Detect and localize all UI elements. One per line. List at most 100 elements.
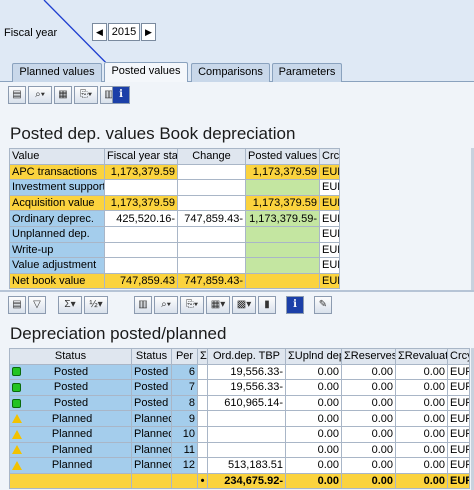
tab-parameters[interactable]: Parameters <box>272 63 342 82</box>
reserves-cell[interactable]: 0.00 <box>341 394 396 412</box>
column-header-posted-values[interactable]: Posted values <box>245 148 320 165</box>
filter-icon[interactable]: ▽ <box>28 296 46 314</box>
value-label[interactable]: Investment support <box>9 179 105 196</box>
posted-value-cell[interactable] <box>245 272 320 290</box>
reserves-cell[interactable]: 0.00 <box>341 379 396 396</box>
subtotal-icon[interactable]: ½▾ <box>84 296 108 314</box>
grid-icon[interactable]: ▩▾ <box>232 296 256 314</box>
currency-cell[interactable]: EUR <box>319 210 340 227</box>
value-label[interactable]: APC transactions <box>9 163 105 181</box>
sigma-cell[interactable] <box>197 425 208 443</box>
table-row[interactable]: Unplanned dep. EUR <box>9 225 340 243</box>
column-header-value[interactable]: Value <box>9 148 105 165</box>
reserves-cell[interactable]: 0.00 <box>341 457 396 474</box>
revaluation-cell[interactable]: 0.00 <box>395 363 448 381</box>
table-row[interactable]: PostedPosted619,556.33-0.000.000.00EUR <box>9 363 470 381</box>
period-cell[interactable]: 8 <box>171 394 198 412</box>
ord-dep-cell[interactable]: 19,556.33- <box>207 379 286 396</box>
unplanned-dep-cell[interactable]: 0.00 <box>285 363 342 381</box>
unplanned-dep-cell[interactable]: 0.00 <box>285 394 342 412</box>
change-cell[interactable] <box>177 225 246 243</box>
table-row[interactable]: PlannedPlanned90.000.000.00EUR <box>9 410 470 427</box>
ord-dep-cell[interactable]: 610,965.14- <box>207 394 286 412</box>
reserves-cell[interactable]: 0.00 <box>341 410 396 427</box>
details-icon[interactable]: ▤ <box>8 86 26 104</box>
status-text-cell[interactable]: Posted <box>131 379 172 396</box>
sort-icon[interactable]: ▦ <box>54 86 72 104</box>
revaluation-cell[interactable]: 0.00 <box>395 394 448 412</box>
ord-dep-cell[interactable]: 513,183.51 <box>207 457 286 474</box>
status-cell[interactable]: Planned <box>9 425 132 443</box>
unplanned-dep-cell[interactable]: 0.00 <box>285 457 342 474</box>
posted-value-cell[interactable] <box>245 241 320 259</box>
total-blank-cell[interactable] <box>171 472 198 490</box>
status-text-cell[interactable]: Planned <box>131 441 172 459</box>
column-header-reserves[interactable]: ΣReserves <box>341 348 396 365</box>
find-icon[interactable]: ⌕▾ <box>28 86 52 104</box>
total-unplanned-dep-cell[interactable]: 0.00 <box>285 472 342 490</box>
table-row[interactable]: Investment support EUR <box>9 179 340 196</box>
fiscal-year-start-cell[interactable]: 747,859.43 <box>104 272 178 290</box>
change-cell[interactable] <box>177 241 246 259</box>
period-cell[interactable]: 10 <box>171 425 198 443</box>
info-icon[interactable]: i <box>112 86 130 104</box>
table-row[interactable]: APC transactions 1,173,379.59 1,173,379.59… <box>9 163 340 181</box>
fiscal-year-start-cell[interactable] <box>104 179 178 196</box>
fiscal-year-input[interactable]: 2015 <box>108 23 140 41</box>
revaluation-cell[interactable]: 0.00 <box>395 457 448 474</box>
print-icon[interactable]: ▥ <box>134 296 152 314</box>
column-header-currency[interactable]: Crcy <box>319 148 340 165</box>
unplanned-dep-cell[interactable]: 0.00 <box>285 441 342 459</box>
change-cell[interactable]: 747,859.43- <box>177 272 246 290</box>
revaluation-cell[interactable]: 0.00 <box>395 410 448 427</box>
fiscal-year-prev-button[interactable]: ◀ <box>92 23 107 41</box>
status-cell[interactable]: Posted <box>9 363 132 381</box>
change-cell[interactable]: 747,859.43- <box>177 210 246 227</box>
status-cell[interactable]: Posted <box>9 394 132 412</box>
revaluation-cell[interactable]: 0.00 <box>395 441 448 459</box>
currency-cell[interactable]: EUR <box>447 410 470 427</box>
change-cell[interactable] <box>177 257 246 274</box>
column-header-period[interactable]: Per <box>171 348 198 365</box>
export-icon[interactable]: ⎘▾ <box>74 86 98 104</box>
currency-cell[interactable]: EUR <box>319 225 340 243</box>
currency-cell[interactable]: EUR <box>319 179 340 196</box>
currency-cell[interactable]: EUR <box>319 163 340 181</box>
value-label[interactable]: Value adjustment <box>9 257 105 274</box>
period-cell[interactable]: 11 <box>171 441 198 459</box>
status-cell[interactable]: Posted <box>9 379 132 396</box>
export-icon[interactable]: ⎘▾ <box>180 296 204 314</box>
change-icon[interactable]: ✎ <box>314 296 332 314</box>
table-row[interactable]: Write-up EUR <box>9 241 340 259</box>
layout-icon[interactable]: ▦▾ <box>206 296 230 314</box>
currency-cell[interactable]: EUR <box>447 379 470 396</box>
total-ord-dep-cell[interactable]: 234,675.92- <box>207 472 286 490</box>
value-label[interactable]: Net book value <box>9 272 105 290</box>
status-text-cell[interactable]: Planned <box>131 410 172 427</box>
column-header-sigma[interactable]: Σ <box>197 348 208 365</box>
status-text-cell[interactable]: Posted <box>131 394 172 412</box>
period-cell[interactable]: 7 <box>171 379 198 396</box>
sum-icon[interactable]: Σ▾ <box>58 296 82 314</box>
details-icon[interactable]: ▤ <box>8 296 26 314</box>
period-cell[interactable]: 9 <box>171 410 198 427</box>
total-revaluation-cell[interactable]: 0.00 <box>395 472 448 490</box>
change-cell[interactable] <box>177 194 246 212</box>
table-row[interactable]: Net book value747,859.43747,859.43- EUR <box>9 272 340 290</box>
column-header-fiscal-year-start[interactable]: Fiscal year start <box>104 148 178 165</box>
status-text-cell[interactable]: Posted <box>131 363 172 381</box>
total-row[interactable]: •234,675.92-0.000.000.00EUR <box>9 472 470 490</box>
sigma-cell[interactable] <box>197 363 208 381</box>
fiscal-year-start-cell[interactable]: 425,520.16- <box>104 210 178 227</box>
currency-cell[interactable]: EUR <box>319 194 340 212</box>
posted-value-cell[interactable] <box>245 225 320 243</box>
currency-cell[interactable]: EUR <box>447 363 470 381</box>
currency-cell[interactable]: EUR <box>319 241 340 259</box>
sigma-cell[interactable] <box>197 410 208 427</box>
sigma-cell[interactable] <box>197 457 208 474</box>
value-label[interactable]: Unplanned dep. <box>9 225 105 243</box>
unplanned-dep-cell[interactable]: 0.00 <box>285 379 342 396</box>
revaluation-cell[interactable]: 0.00 <box>395 379 448 396</box>
chart-icon[interactable]: ▮ <box>258 296 276 314</box>
status-text-cell[interactable]: Planned <box>131 457 172 474</box>
